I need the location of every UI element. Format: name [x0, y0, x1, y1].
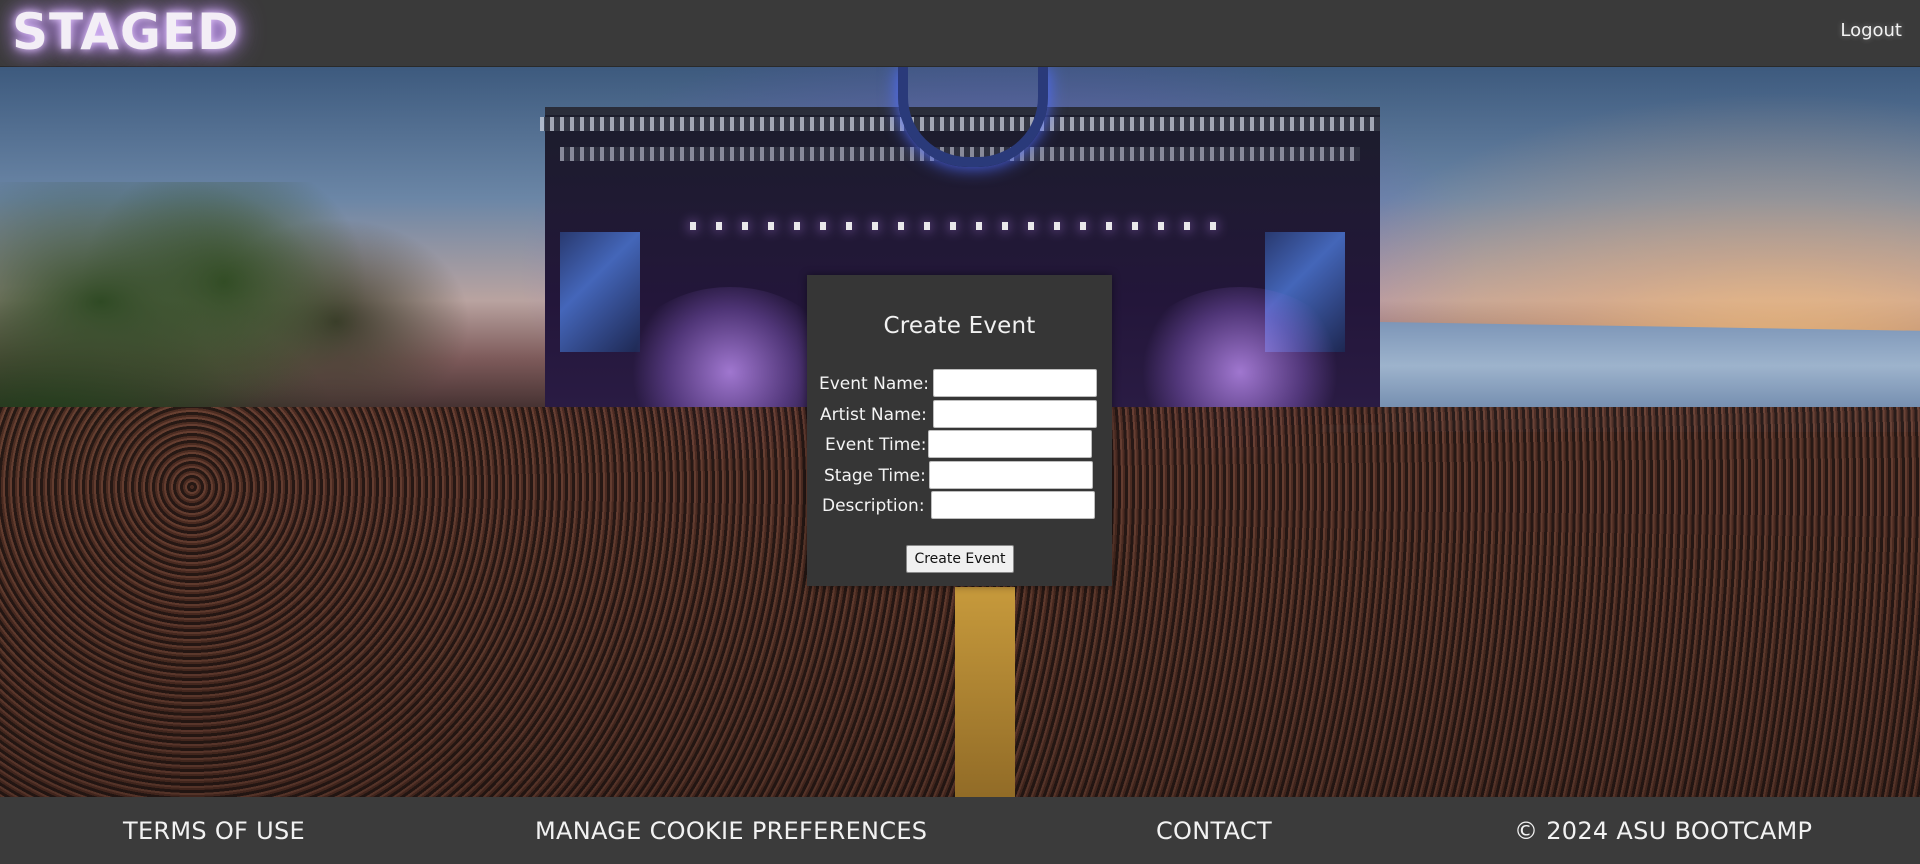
terms-of-use-link[interactable]: TERMS OF USE: [123, 817, 305, 845]
event-name-row: Event Name:: [807, 369, 1112, 399]
copyright-text: © 2024 ASU BOOTCAMP: [1514, 817, 1813, 845]
event-time-row: Event Time:: [807, 430, 1112, 460]
top-navbar: STAGED Logout: [0, 0, 1920, 67]
contact-link[interactable]: CONTACT: [1156, 817, 1272, 845]
event-name-input[interactable]: [933, 369, 1097, 397]
stage-time-row: Stage Time:: [807, 461, 1112, 491]
form-title: Create Event: [883, 313, 1036, 339]
description-input[interactable]: [931, 491, 1095, 519]
stage-time-input[interactable]: [929, 461, 1093, 489]
center-walkway: [955, 587, 1015, 797]
create-event-form: Create Event Event Name: Artist Name: Ev…: [807, 275, 1112, 586]
description-label: Description:: [822, 496, 925, 516]
manage-cookie-preferences-link[interactable]: MANAGE COOKIE PREFERENCES: [535, 817, 927, 845]
stage-time-label: Stage Time:: [824, 466, 926, 486]
artist-name-label: Artist Name:: [820, 405, 927, 425]
event-time-label: Event Time:: [825, 435, 927, 455]
event-time-input[interactable]: [928, 430, 1092, 458]
description-row: Description:: [807, 491, 1112, 521]
stage-screen-left: [560, 232, 640, 352]
stage-lights: [690, 222, 1230, 230]
event-name-label: Event Name:: [819, 374, 929, 394]
create-event-button[interactable]: Create Event: [906, 545, 1014, 573]
site-logo[interactable]: STAGED: [12, 2, 240, 62]
footer: TERMS OF USE MANAGE COOKIE PREFERENCES C…: [0, 797, 1920, 864]
logout-link[interactable]: Logout: [1840, 20, 1902, 41]
artist-name-input[interactable]: [933, 400, 1097, 428]
artist-name-row: Artist Name:: [807, 400, 1112, 430]
